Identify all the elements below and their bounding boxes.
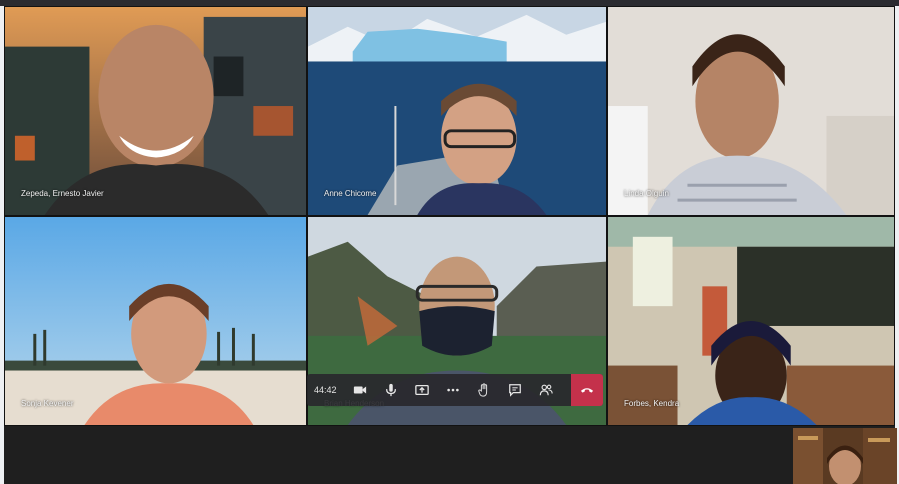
- more-options-icon: [447, 388, 459, 392]
- participant-name: Sonja Kevener: [21, 399, 74, 408]
- video-tile-3[interactable]: Linda Olguin: [607, 6, 895, 216]
- call-timer: 44:42: [314, 385, 337, 395]
- meeting-stage-bottom: [4, 426, 792, 484]
- participants-button[interactable]: [531, 374, 562, 406]
- more-options-button[interactable]: [438, 374, 469, 406]
- video-feed-6: [608, 217, 894, 425]
- raise-hand-icon: [478, 383, 488, 397]
- participant-name: Anne Chicome: [324, 189, 377, 198]
- chat-icon: [509, 384, 521, 397]
- leave-call-icon: [580, 388, 594, 393]
- leave-call-button[interactable]: [571, 374, 603, 406]
- self-view-feed: [793, 428, 897, 484]
- raise-hand-button[interactable]: [469, 374, 500, 406]
- share-screen-button[interactable]: [407, 374, 438, 406]
- camera-button[interactable]: [345, 374, 376, 406]
- camera-icon: [353, 386, 367, 394]
- video-tile-2[interactable]: Anne Chicome: [307, 6, 607, 216]
- participants-icon: [539, 384, 553, 396]
- participant-name: Linda Olguin: [624, 189, 669, 198]
- participant-name: Zepeda, Ernesto Javier: [21, 189, 104, 198]
- video-tile-4[interactable]: Sonja Kevener: [4, 216, 307, 426]
- video-tile-1[interactable]: Zepeda, Ernesto Javier: [4, 6, 307, 216]
- video-feed-1: [5, 7, 306, 215]
- video-feed-2: [308, 7, 606, 215]
- video-feed-3: [608, 7, 894, 215]
- video-tile-6[interactable]: Forbes, Kendra: [607, 216, 895, 426]
- video-feed-4: [5, 217, 306, 425]
- chat-button[interactable]: [500, 374, 531, 406]
- share-screen-icon: [415, 384, 429, 396]
- microphone-icon: [386, 383, 397, 397]
- participant-name: Forbes, Kendra: [624, 399, 680, 408]
- microphone-button[interactable]: [376, 374, 407, 406]
- call-controls: 44:42: [307, 374, 603, 406]
- self-view-video[interactable]: [793, 428, 897, 484]
